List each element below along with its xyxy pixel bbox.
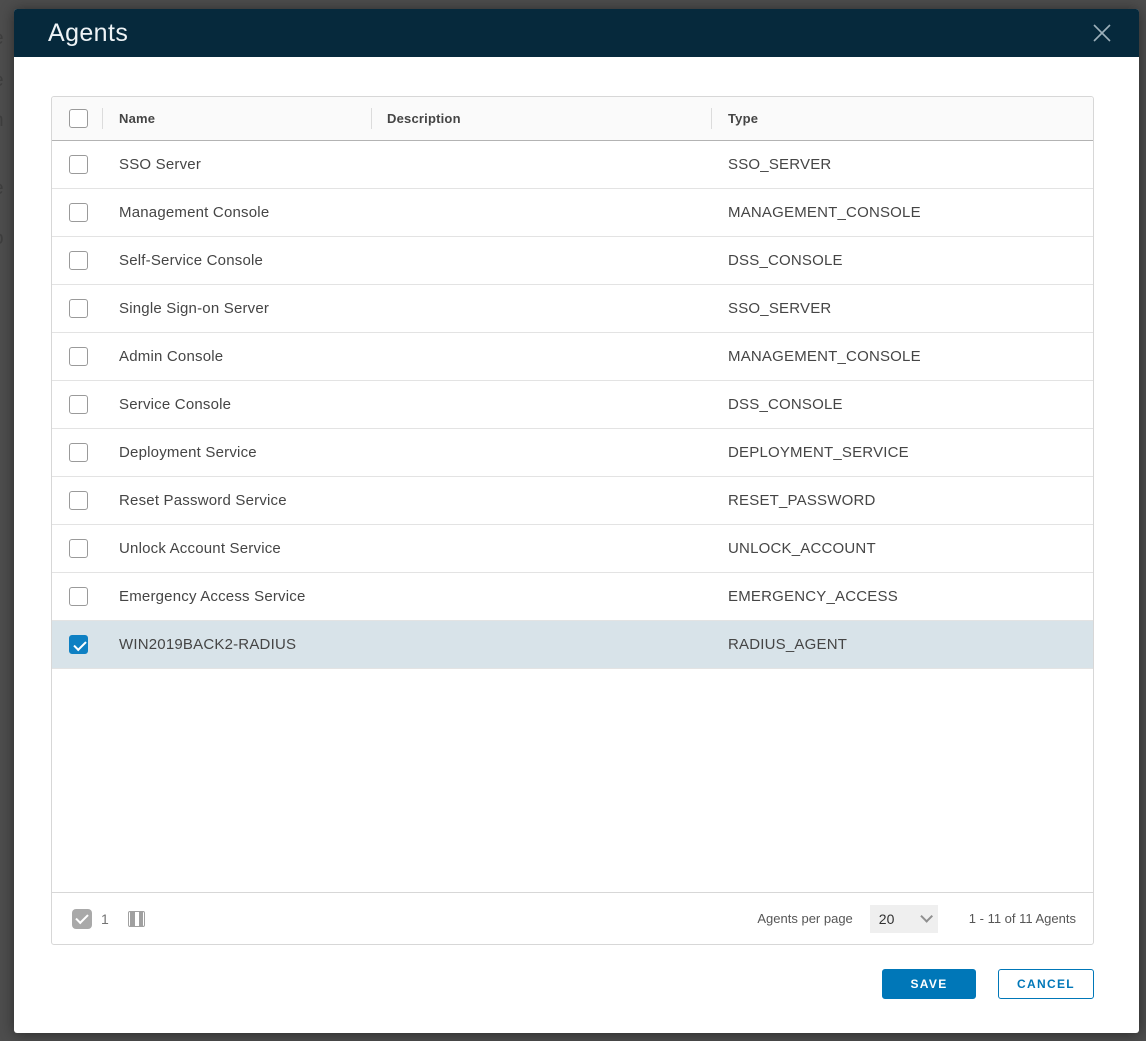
chevron-down-icon — [920, 910, 933, 923]
modal-title: Agents — [48, 19, 128, 48]
table-row[interactable]: Management Console MANAGEMENT_CONSOLE — [52, 189, 1093, 237]
row-checkbox-cell — [52, 525, 103, 572]
agent-description-cell — [372, 525, 712, 572]
agent-name-cell: Emergency Access Service — [103, 573, 372, 620]
agent-type-cell: DSS_CONSOLE — [712, 237, 1093, 284]
agents-modal: Agents Name Description Type SSO Server — [14, 9, 1139, 1033]
table-row[interactable]: Deployment Service DEPLOYMENT_SERVICE — [52, 429, 1093, 477]
pagination-range: 1 - 11 of 11 Agents — [969, 911, 1076, 926]
select-all-cell — [52, 97, 103, 140]
agent-type-cell: SSO_SERVER — [712, 285, 1093, 332]
row-checkbox[interactable] — [69, 443, 88, 462]
page-size-select[interactable]: 20 — [870, 905, 938, 933]
agent-description-cell — [372, 573, 712, 620]
agent-description-cell — [372, 237, 712, 284]
agent-name-cell: Admin Console — [103, 333, 372, 380]
row-checkbox-cell — [52, 285, 103, 332]
row-checkbox-cell — [52, 333, 103, 380]
table-row[interactable]: Unlock Account Service UNLOCK_ACCOUNT — [52, 525, 1093, 573]
table-row[interactable]: SSO Server SSO_SERVER — [52, 141, 1093, 189]
modal-body: Name Description Type SSO Server SSO_SER… — [14, 57, 1139, 1033]
close-icon — [1091, 22, 1113, 44]
table-row[interactable]: Admin Console MANAGEMENT_CONSOLE — [52, 333, 1093, 381]
row-checkbox[interactable] — [69, 395, 88, 414]
agent-name-cell: Self-Service Console — [103, 237, 372, 284]
modal-actions: SAVE CANCEL — [51, 969, 1094, 999]
close-button[interactable] — [1089, 20, 1115, 46]
agent-description-cell — [372, 477, 712, 524]
column-header-type[interactable]: Type — [712, 97, 1093, 140]
row-checkbox[interactable] — [69, 251, 88, 270]
per-page-label: Agents per page — [757, 911, 852, 926]
agent-name-cell: WIN2019BACK2-RADIUS — [103, 621, 372, 668]
modal-header: Agents — [14, 9, 1139, 57]
row-checkbox[interactable] — [69, 491, 88, 510]
agent-type-cell: UNLOCK_ACCOUNT — [712, 525, 1093, 572]
pagination-controls: Agents per page 20 1 - 11 of 11 Agents — [757, 905, 1076, 933]
column-toggle-icon[interactable] — [128, 911, 145, 927]
agent-type-cell: RADIUS_AGENT — [712, 621, 1093, 668]
background-text-fragment: e — [0, 28, 13, 50]
row-checkbox-cell — [52, 237, 103, 284]
row-checkbox-cell — [52, 381, 103, 428]
table-row[interactable]: Service Console DSS_CONSOLE — [52, 381, 1093, 429]
agent-type-cell: DSS_CONSOLE — [712, 381, 1093, 428]
selected-count: 1 — [101, 911, 109, 927]
row-checkbox[interactable] — [69, 539, 88, 558]
row-checkbox-cell — [52, 429, 103, 476]
agent-name-cell: Unlock Account Service — [103, 525, 372, 572]
agent-description-cell — [372, 189, 712, 236]
page-size-value: 20 — [879, 911, 895, 927]
agent-type-cell: RESET_PASSWORD — [712, 477, 1093, 524]
agent-name-cell: SSO Server — [103, 141, 372, 188]
save-button[interactable]: SAVE — [882, 969, 976, 999]
background-text-fragment: n — [0, 110, 13, 132]
agent-name-cell: Reset Password Service — [103, 477, 372, 524]
table-empty-space — [52, 669, 1093, 892]
row-checkbox[interactable] — [69, 155, 88, 174]
agent-type-cell: SSO_SERVER — [712, 141, 1093, 188]
agent-description-cell — [372, 621, 712, 668]
table-header-row: Name Description Type — [52, 97, 1093, 141]
table-row[interactable]: Self-Service Console DSS_CONSOLE — [52, 237, 1093, 285]
agent-description-cell — [372, 141, 712, 188]
table-footer: 1 Agents per page 20 1 - 11 of 11 Agents — [52, 892, 1093, 944]
agents-datagrid: Name Description Type SSO Server SSO_SER… — [51, 96, 1094, 945]
table-row[interactable]: Single Sign-on Server SSO_SERVER — [52, 285, 1093, 333]
cancel-button[interactable]: CANCEL — [998, 969, 1094, 999]
column-header-description[interactable]: Description — [372, 97, 712, 140]
background-text-fragment: e — [0, 178, 13, 200]
row-checkbox[interactable] — [69, 299, 88, 318]
agent-name-cell: Single Sign-on Server — [103, 285, 372, 332]
agent-type-cell: MANAGEMENT_CONSOLE — [712, 333, 1093, 380]
row-checkbox-cell — [52, 573, 103, 620]
agent-type-cell: MANAGEMENT_CONSOLE — [712, 189, 1093, 236]
agent-name-cell: Deployment Service — [103, 429, 372, 476]
agent-type-cell: EMERGENCY_ACCESS — [712, 573, 1093, 620]
column-header-name[interactable]: Name — [103, 97, 372, 140]
row-checkbox-cell — [52, 189, 103, 236]
row-checkbox[interactable] — [69, 203, 88, 222]
agent-description-cell — [372, 285, 712, 332]
table-row[interactable]: Emergency Access Service EMERGENCY_ACCES… — [52, 573, 1093, 621]
agent-description-cell — [372, 381, 712, 428]
agent-description-cell — [372, 333, 712, 380]
agent-type-cell: DEPLOYMENT_SERVICE — [712, 429, 1093, 476]
selected-rows-checkbox-icon — [72, 909, 92, 929]
table-row[interactable]: Reset Password Service RESET_PASSWORD — [52, 477, 1093, 525]
background-text-fragment: e — [0, 70, 13, 92]
row-checkbox-cell — [52, 477, 103, 524]
row-checkbox-cell — [52, 141, 103, 188]
row-checkbox[interactable] — [69, 635, 88, 654]
background-text-fragment: o — [0, 228, 13, 250]
agent-name-cell: Service Console — [103, 381, 372, 428]
agent-description-cell — [372, 429, 712, 476]
row-checkbox-cell — [52, 621, 103, 668]
table-row[interactable]: WIN2019BACK2-RADIUS RADIUS_AGENT — [52, 621, 1093, 669]
agent-name-cell: Management Console — [103, 189, 372, 236]
row-checkbox[interactable] — [69, 347, 88, 366]
table-body: SSO Server SSO_SERVER Management Console… — [52, 141, 1093, 669]
row-checkbox[interactable] — [69, 587, 88, 606]
select-all-checkbox[interactable] — [69, 109, 88, 128]
